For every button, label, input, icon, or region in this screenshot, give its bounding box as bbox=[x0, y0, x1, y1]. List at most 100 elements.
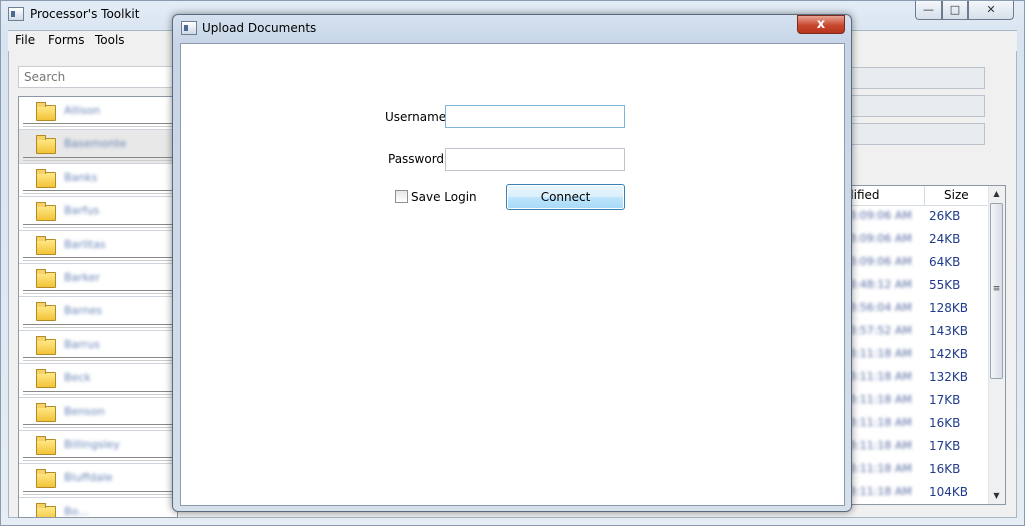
list-item[interactable]: Barlitas bbox=[19, 231, 177, 264]
scroll-down-icon[interactable]: ▼ bbox=[988, 488, 1005, 504]
size-cell: 17KB bbox=[929, 393, 961, 407]
folder-label: Barnes bbox=[64, 304, 103, 318]
table-row[interactable]: 3:09:06 AM 24KB bbox=[847, 229, 987, 252]
folder-label: Bluffdale bbox=[64, 471, 113, 485]
size-cell: 17KB bbox=[929, 439, 961, 453]
username-label: Username bbox=[385, 110, 447, 124]
table-row[interactable]: 3:11:18 AM 17KB bbox=[847, 436, 987, 459]
list-item[interactable]: Beck bbox=[19, 364, 177, 398]
list-item[interactable]: Bluffdale bbox=[19, 464, 177, 498]
size-cell: 143KB bbox=[929, 324, 969, 338]
table-row[interactable]: 3:11:18 AM 17KB bbox=[847, 390, 987, 413]
folder-label: Bo... bbox=[64, 504, 89, 518]
folder-icon bbox=[36, 302, 56, 322]
size-cell: 55KB bbox=[929, 278, 961, 292]
size-cell: 142KB bbox=[929, 347, 969, 361]
column-divider[interactable] bbox=[924, 186, 925, 206]
folder-icon bbox=[36, 102, 56, 121]
modified-cell: 3:09:06 AM bbox=[849, 255, 912, 268]
username-input[interactable] bbox=[445, 105, 625, 128]
scroll-up-icon[interactable]: ▲ bbox=[988, 186, 1005, 202]
folder-label: Barrus bbox=[64, 337, 100, 351]
table-row[interactable]: 3:11:18 AM 16KB bbox=[847, 413, 987, 436]
folder-icon bbox=[36, 135, 56, 155]
size-cell: 16KB bbox=[929, 416, 961, 430]
folder-label: Barlitas bbox=[64, 237, 106, 251]
table-row[interactable]: 3:11:18 AM 132KB bbox=[847, 367, 987, 390]
folder-icon bbox=[36, 202, 56, 222]
folder-label: Beck bbox=[64, 371, 91, 385]
folder-icon bbox=[36, 335, 56, 355]
detail-field-3[interactable] bbox=[846, 123, 985, 145]
folder-icon bbox=[36, 235, 56, 255]
folder-label: Billingsley bbox=[64, 437, 120, 451]
size-cell: 128KB bbox=[929, 301, 969, 315]
connect-button[interactable]: Connect bbox=[506, 184, 625, 210]
list-item[interactable]: Barfus bbox=[19, 197, 177, 231]
size-cell: 16KB bbox=[929, 462, 961, 476]
modified-cell: 3:48:12 AM bbox=[849, 278, 912, 291]
dialog-window-icon bbox=[181, 21, 197, 35]
table-row[interactable]: 3:09:06 AM 26KB bbox=[847, 206, 987, 229]
table-row[interactable]: 3:56:04 AM 128KB bbox=[847, 298, 987, 321]
table-row[interactable]: 3:11:18 AM 142KB bbox=[847, 344, 987, 367]
folder-label: Barker bbox=[64, 270, 101, 284]
password-label: Password bbox=[388, 152, 445, 166]
detail-field-2[interactable] bbox=[846, 95, 985, 117]
column-header-size[interactable]: Size bbox=[944, 188, 969, 202]
maximize-button[interactable]: □ bbox=[942, 1, 968, 20]
detail-field-1[interactable] bbox=[846, 67, 985, 89]
dialog-title: Upload Documents bbox=[202, 21, 317, 35]
folder-icon bbox=[36, 469, 56, 489]
modified-cell: 3:11:18 AM bbox=[849, 439, 912, 452]
folder-list[interactable]: Allison Basemonte Banks Barfus Barlitas … bbox=[18, 96, 178, 518]
menu-forms[interactable]: Forms bbox=[48, 33, 84, 47]
modified-cell: 3:09:06 AM bbox=[849, 232, 912, 245]
size-cell: 26KB bbox=[929, 209, 961, 223]
menu-file[interactable]: File bbox=[15, 33, 35, 47]
table-row[interactable]: 3:09:06 AM 64KB bbox=[847, 252, 987, 275]
save-login-label[interactable]: Save Login bbox=[411, 190, 477, 204]
folder-icon bbox=[36, 168, 56, 188]
modified-cell: 3:57:52 AM bbox=[849, 324, 912, 337]
table-row[interactable]: 3:11:18 AM 104KB bbox=[847, 482, 987, 505]
minimize-button[interactable]: — bbox=[915, 1, 942, 20]
main-window-title: Processor's Toolkit bbox=[30, 7, 140, 21]
size-cell: 64KB bbox=[929, 255, 961, 269]
folder-icon bbox=[36, 369, 56, 389]
folder-label: Banks bbox=[64, 170, 98, 184]
table-row[interactable]: 3:48:12 AM 55KB bbox=[847, 275, 987, 298]
table-row[interactable]: 3:57:52 AM 143KB bbox=[847, 321, 987, 344]
search-input[interactable] bbox=[18, 66, 178, 88]
modified-cell: 3:09:06 AM bbox=[849, 209, 912, 222]
folder-icon bbox=[36, 435, 56, 455]
dialog-close-button[interactable]: x bbox=[797, 15, 845, 34]
list-item[interactable]: Billingsley bbox=[19, 431, 177, 465]
list-item[interactable]: Barker bbox=[19, 264, 177, 298]
folder-icon bbox=[36, 502, 56, 517]
list-item[interactable]: Basemonte bbox=[19, 130, 177, 164]
modified-cell: 3:11:18 AM bbox=[849, 347, 912, 360]
scroll-thumb[interactable]: ≡ bbox=[990, 203, 1003, 379]
size-cell: 104KB bbox=[929, 485, 969, 499]
folder-label: Basemonte bbox=[64, 137, 127, 151]
menu-tools[interactable]: Tools bbox=[95, 33, 125, 47]
save-login-checkbox[interactable] bbox=[395, 190, 408, 203]
list-item[interactable]: Benson bbox=[19, 398, 177, 431]
list-item[interactable]: Barnes bbox=[19, 297, 177, 331]
list-item[interactable]: Banks bbox=[19, 164, 177, 198]
folder-label: Allison bbox=[64, 104, 101, 117]
password-input[interactable] bbox=[445, 148, 625, 171]
list-item[interactable]: Bo... bbox=[19, 498, 177, 518]
folder-label: Barfus bbox=[64, 204, 100, 218]
column-header-modified[interactable]: dified bbox=[846, 188, 920, 202]
close-button[interactable]: ✕ bbox=[968, 1, 1014, 20]
list-item[interactable]: Allison bbox=[19, 97, 177, 131]
folder-icon bbox=[36, 268, 56, 288]
size-cell: 132KB bbox=[929, 370, 969, 384]
modified-cell: 3:56:04 AM bbox=[849, 301, 912, 314]
folder-label: Benson bbox=[64, 404, 105, 418]
table-row[interactable]: 3:11:18 AM 16KB bbox=[847, 459, 987, 482]
list-item[interactable]: Barrus bbox=[19, 331, 177, 365]
modified-cell: 3:11:18 AM bbox=[849, 416, 912, 429]
